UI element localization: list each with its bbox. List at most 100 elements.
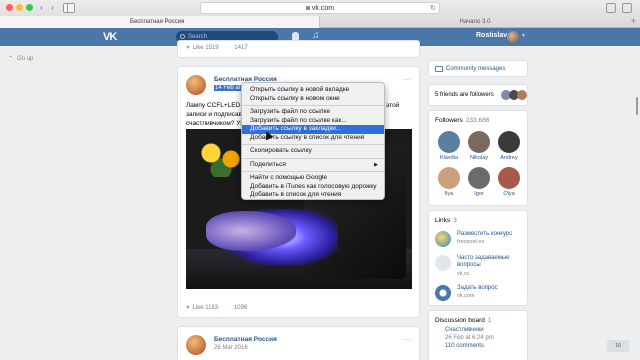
avatar: [468, 167, 490, 189]
post-actions: ♥ Like 1183 1096: [186, 305, 247, 311]
follower-name: Nikolay: [469, 155, 489, 161]
tab-bar: Бесплатная Россия Начало 3.0 +: [0, 16, 640, 28]
followers-header[interactable]: Followers 233,686: [435, 117, 489, 124]
menu-separator: [242, 171, 384, 172]
photo-flowers: [196, 137, 246, 177]
like-button[interactable]: Like 1519: [193, 45, 219, 51]
tab-active[interactable]: Бесплатная Россия: [0, 16, 320, 28]
menu-item-share[interactable]: Поделиться ▶: [242, 161, 384, 170]
avatar[interactable]: [186, 335, 206, 355]
links-header[interactable]: Links 3: [435, 217, 457, 224]
browser-toolbar: ‹ › vk.com ↻ Бесплатная Россия Начало 3.…: [0, 0, 640, 28]
sidebar-toggle-icon[interactable]: [63, 3, 75, 13]
follower[interactable]: Klavdia: [437, 131, 461, 161]
close-window-button[interactable]: [6, 4, 13, 11]
chat-bubble[interactable]: 16: [607, 340, 629, 352]
avatar: [517, 90, 527, 100]
tabs-overview-icon[interactable]: [622, 3, 632, 13]
address-bar[interactable]: vk.com ↻: [200, 2, 440, 14]
menu-separator: [242, 157, 384, 159]
link-item[interactable]: Разместить конкурс freepost.es: [435, 231, 525, 251]
followers-box: Followers 233,686 Klavdia Nikolay Andrey …: [428, 110, 528, 206]
link-title[interactable]: Разместить конкурс: [457, 231, 512, 238]
screen: ‹ › vk.com ↻ Бесплатная Россия Начало 3.…: [0, 0, 640, 360]
follower-name: Igor: [474, 191, 484, 197]
forward-arrow-icon[interactable]: ›: [47, 3, 58, 13]
go-up-button[interactable]: ⌃ Go up: [8, 55, 33, 62]
user-name[interactable]: Rostislav: [476, 32, 507, 39]
menu-separator: [242, 144, 384, 145]
link-title[interactable]: Часто задаваемые вопросы: [457, 255, 523, 269]
avatar: [468, 131, 490, 153]
followers-count: 233,686: [465, 117, 490, 124]
link-domain: freepost.es: [457, 239, 485, 245]
heart-icon[interactable]: ♥: [186, 305, 190, 311]
link-domain: vk.com: [457, 293, 475, 299]
friends-followers-box[interactable]: 5 friends are followers: [428, 84, 528, 106]
discussion-header[interactable]: Discussion board 1: [435, 317, 491, 324]
share-count[interactable]: 1417: [234, 45, 247, 51]
like-button[interactable]: Like 1183: [193, 305, 219, 311]
friends-followers-text: 5 friends are followers: [435, 92, 494, 98]
discussion-comments-link[interactable]: 110 comments: [445, 343, 484, 349]
menu-item-add-itunes[interactable]: Добавить в iTunes как голосовую дорожку: [242, 183, 384, 192]
share-icon[interactable]: [606, 3, 616, 13]
links-title: Links: [435, 217, 451, 224]
vk-logo-icon[interactable]: VK: [103, 31, 117, 43]
community-messages-link[interactable]: Community messages: [446, 66, 505, 72]
post-card: ♥ Like 1519 1417: [177, 40, 420, 58]
follower[interactable]: Igor: [467, 167, 491, 197]
heart-icon[interactable]: ♥: [186, 45, 190, 51]
community-messages-box[interactable]: Community messages: [428, 60, 528, 77]
links-count: 3: [453, 217, 457, 224]
message-icon: [435, 66, 443, 72]
reload-icon[interactable]: ↻: [430, 3, 436, 14]
menu-item-open-new-tab[interactable]: Открыть ссылку в новой вкладке: [242, 86, 384, 95]
back-arrow-icon[interactable]: ‹: [36, 3, 47, 13]
avatar[interactable]: [507, 31, 519, 43]
menu-item-download-link-as[interactable]: Загрузить файл по ссылке как...: [242, 117, 384, 126]
discussion-count: 1: [487, 317, 492, 324]
share-count[interactable]: 1096: [234, 305, 247, 311]
discussion-box: Discussion board 1 Счастливчики 26 Feb at…: [428, 310, 528, 360]
link-icon: [435, 285, 451, 301]
discussion-topic-link[interactable]: Счастливчики: [445, 327, 484, 333]
new-tab-icon[interactable]: +: [631, 16, 636, 26]
menu-item-add-reading-list-2[interactable]: Добавить в список для чтения: [242, 191, 384, 200]
menu-separator: [242, 105, 384, 106]
more-icon[interactable]: ···: [403, 75, 411, 84]
menu-item-open-new-window[interactable]: Открыть ссылку в новом окне: [242, 95, 384, 104]
avatar[interactable]: [186, 75, 206, 95]
more-icon[interactable]: ···: [403, 335, 411, 344]
go-up-label: Go up: [17, 56, 34, 62]
tab-inactive[interactable]: Начало 3.0: [320, 16, 630, 28]
post-card: Бесплатная Россия 26 Mar 2016 ···: [177, 326, 420, 360]
links-box: Links 3 Разместить конкурс freepost.es Ча…: [428, 210, 528, 306]
tab-label: Начало 3.0: [459, 19, 491, 25]
follower[interactable]: Nikolay: [467, 131, 491, 161]
url-text: vk.com: [311, 5, 335, 12]
follower[interactable]: Andrey: [497, 131, 521, 161]
link-domain: vk.cc: [457, 271, 470, 277]
lock-icon: [305, 6, 310, 11]
menu-item-download-link[interactable]: Загрузить файл по ссылке: [242, 108, 384, 117]
follower[interactable]: Olya: [497, 167, 521, 197]
link-title[interactable]: Задать вопрос: [457, 285, 498, 292]
link-item[interactable]: Задать вопрос vk.com: [435, 285, 525, 303]
submenu-arrow-icon: ▶: [374, 161, 378, 168]
avatar: [438, 167, 460, 189]
avatar: [498, 167, 520, 189]
minimize-window-button[interactable]: [16, 4, 23, 11]
fullscreen-window-button[interactable]: [26, 4, 33, 11]
follower[interactable]: Ilya: [437, 167, 461, 197]
scrollbar[interactable]: [636, 97, 638, 115]
menu-item-label: Поделиться: [250, 160, 286, 168]
chevron-down-icon[interactable]: ▾: [522, 32, 525, 39]
menu-item-copy-link[interactable]: Скопировать ссылку: [242, 147, 384, 156]
link-item[interactable]: Часто задаваемые вопросы vk.cc: [435, 255, 525, 281]
bell-icon[interactable]: [292, 32, 299, 40]
menu-item-search-google[interactable]: Найти с помощью Google: [242, 174, 384, 183]
photo-hand: [206, 211, 296, 251]
post-author[interactable]: Бесплатная Россия: [214, 336, 277, 343]
post-date-link[interactable]: 26 Mar 2016: [214, 345, 248, 351]
